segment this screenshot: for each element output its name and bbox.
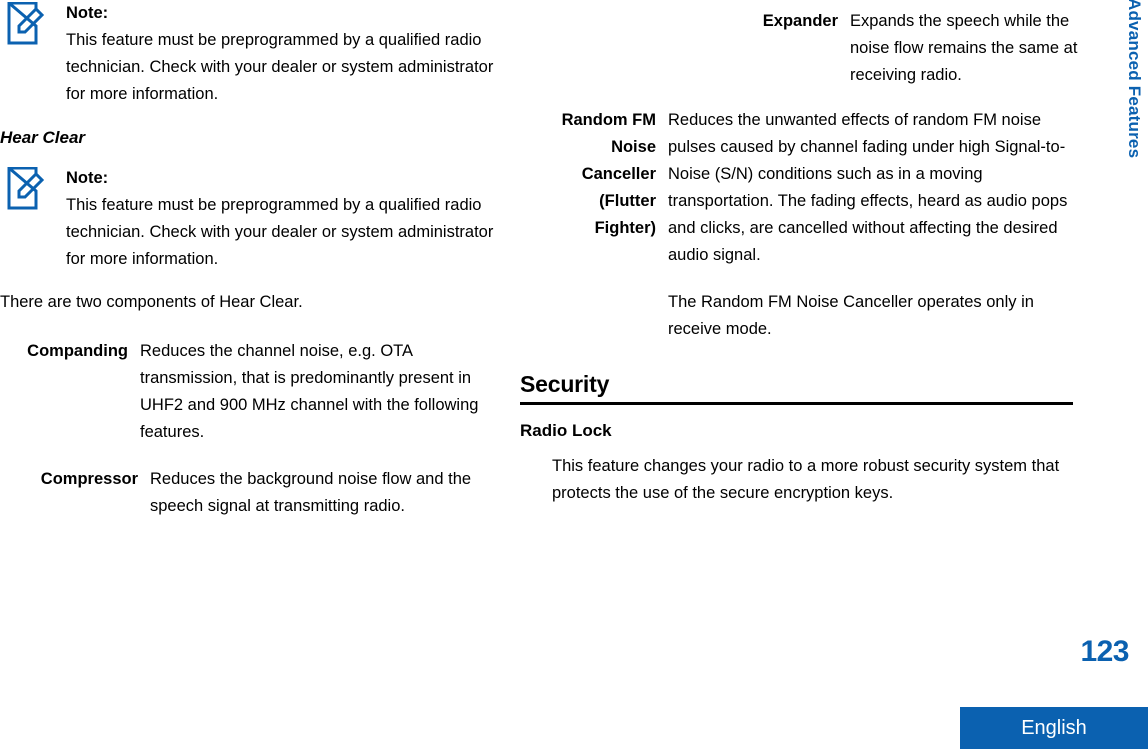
compressor-term: Compressor	[40, 470, 138, 488]
note-text: This feature must be preprogrammed by a …	[66, 196, 494, 268]
note-body: Note: This feature must be preprogrammed…	[66, 0, 505, 108]
note-edit-icon	[0, 165, 66, 211]
companding-description: Reduces the channel noise, e.g. OTA tran…	[140, 338, 505, 446]
random-fm-description-paragraph-2: The Random FM Noise Canceller operates o…	[668, 293, 1034, 338]
note-body: Note: This feature must be preprogrammed…	[66, 165, 505, 273]
side-tab: Advanced Features	[1114, 0, 1148, 260]
companding-definition-table: Companding Reduces the channel noise, e.…	[0, 338, 505, 446]
hear-clear-intro-paragraph: There are two components of Hear Clear.	[0, 293, 303, 311]
compressor-definition-table: Compressor Reduces the background noise …	[0, 466, 505, 520]
radio-lock-text: This feature changes your radio to a mor…	[552, 457, 1060, 502]
hear-clear-heading: Hear Clear	[0, 128, 86, 147]
table-row: Expander Expands the speech while the no…	[520, 8, 1080, 89]
random-fm-term: Random FM Noise Canceller (Flutter Fight…	[561, 111, 656, 237]
table-row: Random FM Noise Canceller (Flutter Fight…	[520, 107, 1080, 343]
expander-definition-table: Expander Expands the speech while the no…	[520, 8, 1080, 89]
random-fm-description: Reduces the unwanted effects of random F…	[668, 107, 1080, 343]
left-column: Note: This feature must be preprogrammed…	[0, 0, 505, 520]
compressor-description: Reduces the background noise flow and th…	[150, 466, 505, 520]
expander-description-text: Expands the speech while the noise flow …	[850, 12, 1078, 84]
companding-term: Companding	[27, 342, 128, 360]
note-edit-icon	[0, 0, 66, 46]
security-heading: Security	[520, 369, 1073, 405]
table-row: Companding Reduces the channel noise, e.…	[0, 338, 505, 446]
document-page: Note: This feature must be preprogrammed…	[0, 0, 1148, 749]
expander-description: Expands the speech while the noise flow …	[850, 8, 1080, 89]
note-text: This feature must be preprogrammed by a …	[66, 31, 494, 103]
random-fm-definition-table: Random FM Noise Canceller (Flutter Fight…	[520, 107, 1080, 343]
note-callout-top: Note: This feature must be preprogrammed…	[0, 0, 505, 108]
side-tab-label: Advanced Features	[1125, 0, 1144, 159]
right-column: Expander Expands the speech while the no…	[520, 0, 1080, 507]
page-number: 123	[1080, 635, 1129, 668]
random-fm-description-paragraph-1: Reduces the unwanted effects of random F…	[668, 111, 1068, 264]
expander-term: Expander	[762, 12, 838, 30]
language-badge: English	[960, 707, 1148, 749]
note-title: Note:	[66, 169, 109, 187]
companding-description-text: Reduces the channel noise, e.g. OTA tran…	[140, 342, 479, 441]
note-title: Note:	[66, 4, 109, 22]
note-callout-hear-clear: Note: This feature must be preprogrammed…	[0, 165, 505, 273]
table-row: Compressor Reduces the background noise …	[0, 466, 505, 520]
compressor-description-text: Reduces the background noise flow and th…	[150, 470, 472, 515]
radio-lock-heading: Radio Lock	[520, 421, 612, 440]
